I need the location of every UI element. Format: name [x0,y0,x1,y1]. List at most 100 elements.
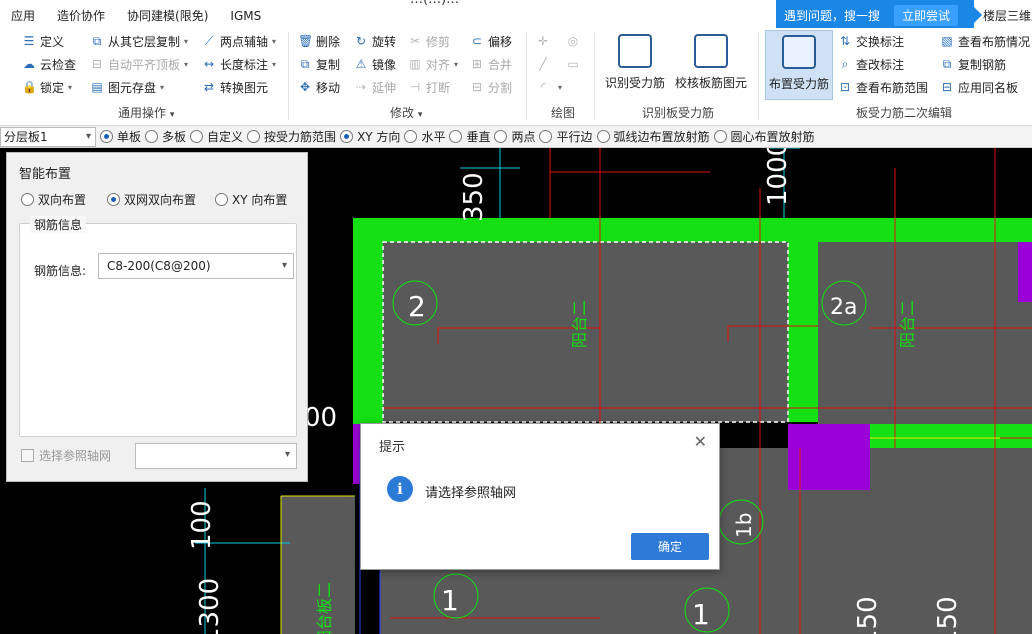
place-rebar-label: 布置受力筋 [768,77,829,91]
merge-button[interactable]: ⊞ 合并 [470,54,512,74]
radio-label: 两点 [511,130,536,144]
align-button[interactable]: ▥ 对齐 ▾ [408,54,458,74]
ok-button[interactable]: 确定 [631,533,709,560]
check-slab-rebar-button[interactable]: 校核板筋图元 [674,30,748,100]
chevron-down-icon: ▾ [160,82,165,92]
check-label-button[interactable]: ⌕ 查改标注 [838,54,904,74]
beam-green[interactable] [353,218,1032,242]
chevron-down-icon: ▾ [454,59,459,69]
break-label: 打断 [426,80,451,95]
move-icon: ✥ [299,80,311,94]
rebar-info-select[interactable]: C8-200(C8@200) [98,253,294,279]
draw-arc-button[interactable]: ◜ ▾ [536,77,562,97]
offset-button[interactable]: ⊂ 偏移 [470,31,512,51]
delete-button[interactable]: 🗑 删除 [298,31,340,51]
trim-icon: ✂ [409,34,421,48]
two-point-axis-label: 两点辅轴 [220,34,269,49]
move-button[interactable]: ✥ 移动 [298,77,340,97]
apply-same-slab-button[interactable]: ⊟ 应用同名板 [940,77,1018,97]
copy-rebar-icon: ⧉ [942,57,952,71]
crosshair-icon: ✛ [537,34,549,48]
radio-vertical[interactable]: 垂直 [449,128,490,145]
cloud-check-label: 云检查 [40,57,77,72]
auto-align-top-button[interactable]: ⊟ 自动平齐顶板 ▾ [90,54,188,74]
menu-app[interactable]: 应用 [0,0,46,28]
save-element-button[interactable]: ▤ 图元存盘 ▾ [90,77,164,97]
copy-button[interactable]: ⧉ 复制 [298,54,340,74]
copy-rebar-button[interactable]: ⧉ 复制钢筋 [940,54,1006,74]
copy-rebar-text: 复制钢筋 [958,57,1007,72]
define-button[interactable]: ☰ 定义 [22,31,64,51]
break-icon: ⊣ [409,80,421,94]
slab-balcony-2a[interactable] [818,242,1032,424]
menu-igms[interactable]: IGMS [219,0,272,28]
break-button[interactable]: ⊣ 打断 [408,77,450,97]
radio-bidirectional[interactable]: 双向布置 [21,191,86,208]
radio-single-slab[interactable]: 单板 [100,128,141,145]
cloud-check-button[interactable]: ☁ 云检查 [22,54,76,74]
split-button[interactable]: ⊟ 分割 [470,77,512,97]
identify-rebar-button[interactable]: 识别受力筋 [604,30,666,100]
place-rebar-button[interactable]: 布置受力筋 [765,30,833,100]
view-rebar-status-button[interactable]: ▧ 查看布筋情况 [940,31,1030,51]
extend-button[interactable]: ⇢ 延伸 [354,77,396,97]
select-axis-checkbox[interactable]: 选择参照轴网 [21,447,111,464]
swap-icon: ⇅ [839,34,851,48]
floor-3d-display[interactable]: 楼层三维显 [983,0,1032,28]
radio-center-radial[interactable]: 圆心布置放射筋 [713,128,815,145]
two-point-axis-button[interactable]: ⟋ 两点辅轴 ▾ [202,31,276,51]
help-search-banner[interactable]: 遇到问题，搜一搜 立即尝试 [776,0,982,30]
layer-select[interactable]: 分层板1 [0,126,96,147]
rotate-button[interactable]: ↻ 旋转 [354,31,396,51]
mirror-label: 镜像 [372,57,397,72]
rebar-info-group: 钢筋信息 钢筋信息: C8-200(C8@200) [19,216,297,437]
help-search-text: 遇到问题，搜一搜 [784,8,881,23]
menu-collab-model[interactable]: 协同建模(限免) [116,0,219,28]
select-axis-label: 选择参照轴网 [39,449,112,463]
close-icon[interactable]: ✕ [694,432,707,451]
draw-line-button[interactable]: ╱ [536,54,554,74]
radio-by-rebar-range[interactable]: 按受力筋范围 [247,128,336,145]
menu-cost-collab[interactable]: 造价协作 [46,0,116,28]
beam-green[interactable] [788,242,818,422]
panel-title: 智能布置 [19,167,72,182]
copy-from-floor-button[interactable]: ⧉ 从其它层复制 ▾ [90,31,188,51]
lock-button[interactable]: 🔒 锁定 ▾ [22,77,72,97]
axis-grid-select[interactable] [135,443,297,469]
magenta-element[interactable] [1018,242,1032,302]
radio-arc-radial[interactable]: 弧线边布置放射筋 [596,128,710,145]
view-rebar-range-button[interactable]: ⊡ 查看布筋范围 [838,77,928,97]
beam-green[interactable] [353,218,383,428]
length-dim-button[interactable]: ↔ 长度标注 ▾ [202,54,276,74]
draw-point-button[interactable]: ✛ [536,31,554,51]
draw-rotate-point-button[interactable]: ◎ [566,31,584,51]
radio-parallel-edge[interactable]: 平行边 [539,128,593,145]
radio-double-net[interactable]: 双网双向布置 [107,191,196,208]
radio-xy-direction[interactable]: XY 方向 [340,128,400,145]
radio-custom[interactable]: 自定义 [190,128,243,145]
group-label-modify[interactable]: 修改 ▾ [390,104,422,121]
split-icon: ⊟ [471,80,483,94]
swap-label-button[interactable]: ⇅ 交换标注 [838,31,904,51]
mirror-button[interactable]: ⚠ 镜像 [354,54,396,74]
radio-multi-slab[interactable]: 多板 [145,128,186,145]
length-dim-label: 长度标注 [220,57,269,72]
radio-label: 平行边 [556,130,593,144]
trim-button[interactable]: ✂ 修剪 [408,31,450,51]
ribbon: ☰ 定义 ☁ 云检查 🔒 锁定 ▾ ⧉ 从其它层复制 ▾ ⊟ 自动平齐顶板 ▾ ▤ 图元存盘 ▾ ⟋… [0,28,1032,126]
convert-element-button[interactable]: ⇄ 转换图元 [202,77,268,97]
radio-dot-icon [107,193,120,206]
chevron-down-icon: ▾ [558,82,563,92]
radio-dot-icon [596,130,610,143]
rotate-point-icon: ◎ [567,34,579,48]
try-now-button[interactable]: 立即尝试 [894,4,959,26]
radio-two-points[interactable]: 两点 [494,128,535,145]
radio-dot-icon [247,130,261,143]
dialog-title: 提示 [379,440,406,455]
smart-layout-panel: 智能布置 双向布置 双网双向布置 XY 向布置 钢筋信息 钢筋信息: C8-20… [6,152,308,482]
group-label-common[interactable]: 通用操作 ▾ [118,104,174,121]
draw-rect-button[interactable]: ▭ [566,54,584,74]
range-icon: ⊡ [839,80,851,94]
radio-horizontal[interactable]: 水平 [404,128,445,145]
radio-xy-layout[interactable]: XY 向布置 [215,191,287,208]
